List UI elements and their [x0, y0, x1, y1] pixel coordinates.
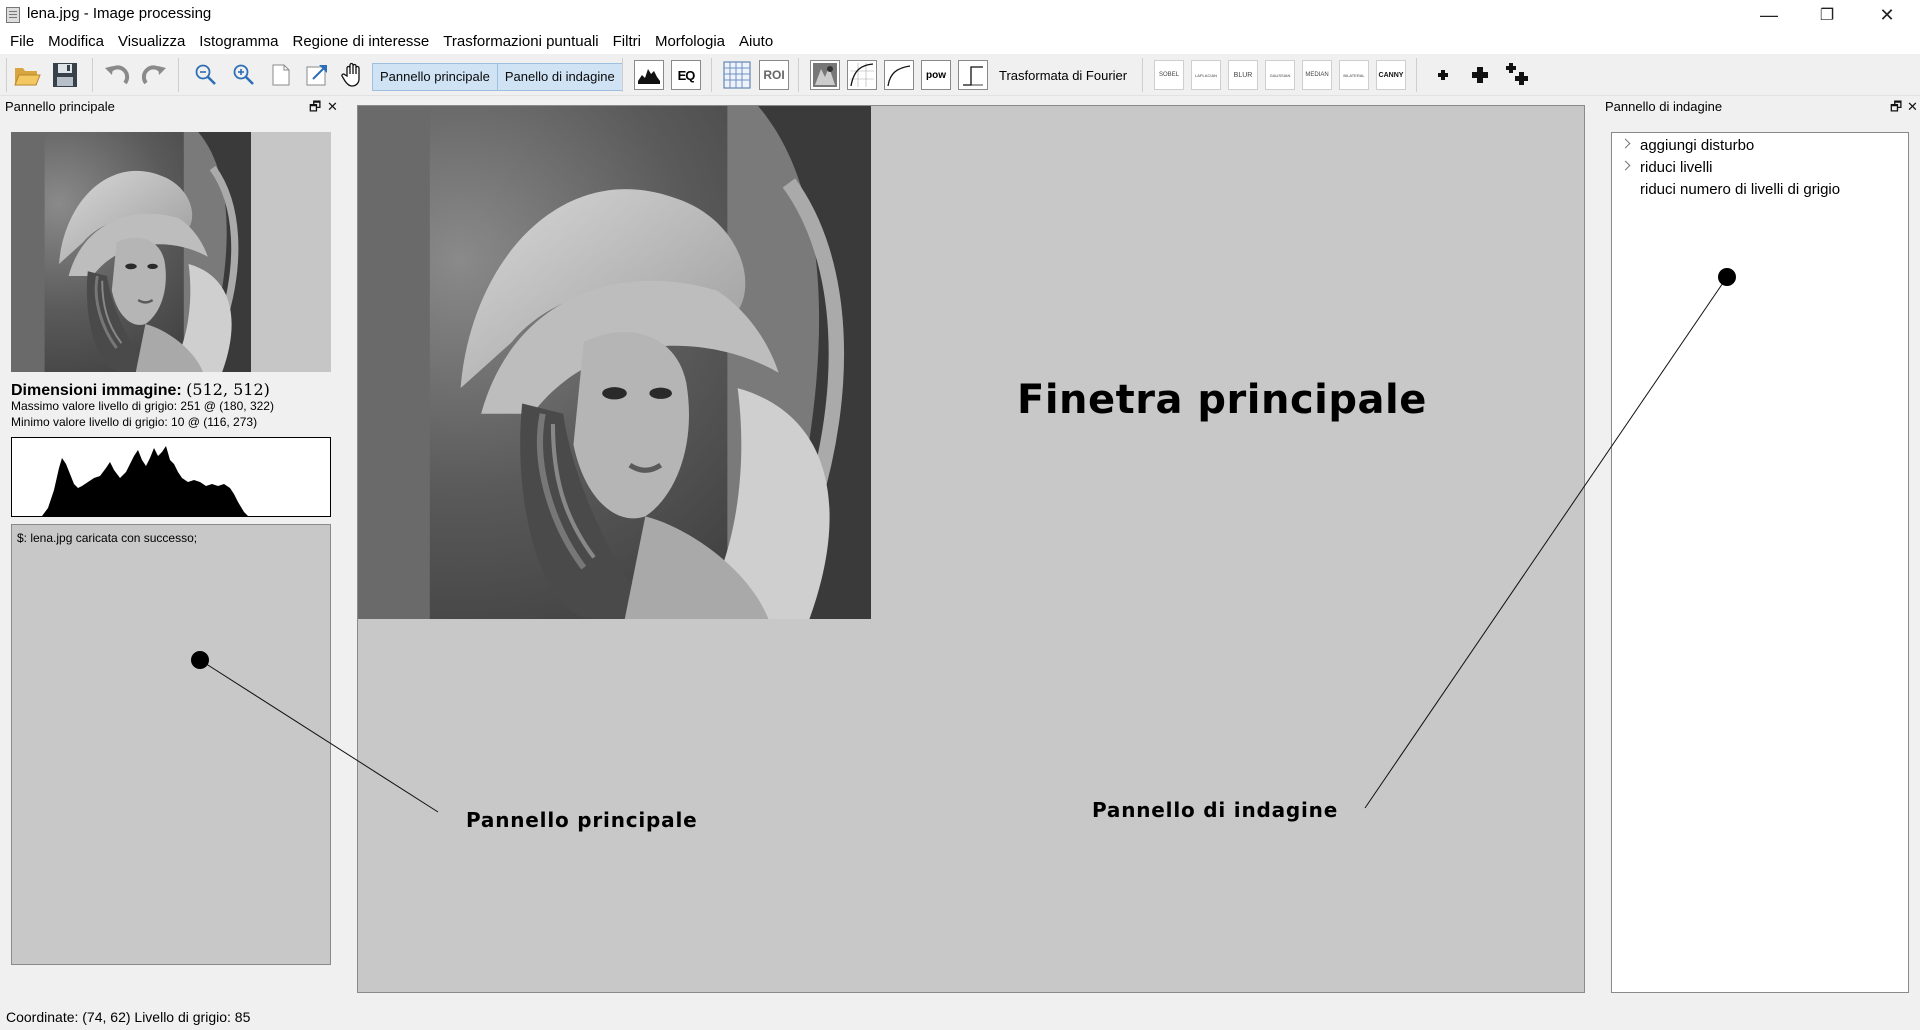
left-dock-title: Pannello principale: [5, 99, 115, 114]
menu-visualizza[interactable]: Visualizza: [111, 30, 192, 54]
left-dock-float-icon[interactable]: 🗗: [309, 96, 321, 118]
save-icon[interactable]: [50, 60, 80, 90]
toggle-pannello-principale[interactable]: Pannello principale: [373, 64, 497, 90]
dims-value: (512, 512): [186, 380, 270, 399]
toolbar: Pannello principale Panello di indagine …: [0, 54, 1920, 96]
dilate-multiple-icon[interactable]: [1502, 60, 1532, 90]
menu-modifica[interactable]: Modifica: [41, 30, 111, 54]
fourier-transform-button[interactable]: Trasformata di Fourier: [999, 68, 1127, 83]
dilate-small-icon[interactable]: [1428, 60, 1458, 90]
right-dock-close-icon[interactable]: ✕: [1907, 96, 1918, 118]
menu-regione-di-interesse[interactable]: Regione di interesse: [286, 30, 437, 54]
menu-filtri[interactable]: Filtri: [606, 30, 648, 54]
undo-icon[interactable]: [102, 60, 132, 90]
image-dimensions: Dimensioni immagine: (512, 512): [11, 380, 270, 400]
menu-istogramma[interactable]: Istogramma: [192, 30, 285, 54]
pow-button[interactable]: pow: [921, 60, 951, 90]
app-icon: [6, 7, 20, 23]
histogram-icon[interactable]: [634, 60, 664, 90]
log-curve-icon[interactable]: [884, 60, 914, 90]
median-button[interactable]: MEDIAN: [1302, 60, 1332, 90]
min-gray-info: Minimo valore livello di grigio: 10 @ (1…: [11, 415, 258, 429]
negative-image-icon[interactable]: [810, 60, 840, 90]
fit-page-icon[interactable]: [266, 60, 296, 90]
menu-file[interactable]: File: [3, 30, 41, 54]
menu-aiuto[interactable]: Aiuto: [732, 30, 780, 54]
right-dock-float-icon[interactable]: 🗗: [1890, 96, 1902, 118]
menu-bar: File Modifica Visualizza Istogramma Regi…: [0, 30, 1920, 54]
menu-morfologia[interactable]: Morfologia: [648, 30, 732, 54]
dilate-large-icon[interactable]: [1465, 60, 1495, 90]
threshold-icon[interactable]: [958, 60, 988, 90]
dims-label: Dimensioni immagine:: [11, 382, 182, 399]
bilateral-button[interactable]: BILATERAL: [1339, 60, 1369, 90]
title-bar: lena.jpg - Image processing — ❐ ✕: [0, 0, 1920, 30]
thumbnail-image: [11, 132, 251, 372]
equalize-button[interactable]: EQ: [671, 60, 701, 90]
grid-icon[interactable]: [722, 60, 752, 90]
left-dock-close-icon[interactable]: ✕: [327, 96, 338, 118]
console-log: $: lena.jpg caricata con successo;: [11, 524, 331, 965]
main-image[interactable]: [358, 106, 871, 619]
canny-button[interactable]: CANNY: [1376, 60, 1406, 90]
max-gray-info: Massimo valore livello di grigio: 251 @ …: [11, 399, 274, 413]
hand-icon[interactable]: [338, 60, 368, 90]
window-title: lena.jpg - Image processing: [27, 5, 212, 22]
status-bar: Coordinate: (74, 62) Livello di grigio: …: [6, 1009, 251, 1025]
right-dock-title: Pannello di indagine: [1605, 99, 1723, 114]
redo-icon[interactable]: [139, 60, 169, 90]
laplacian-button[interactable]: LAPLACIAN: [1191, 60, 1221, 90]
console-message: $: lena.jpg caricata con successo;: [17, 531, 198, 545]
curve-grid-icon[interactable]: [847, 60, 877, 90]
toggle-panello-di-indagine[interactable]: Panello di indagine: [496, 64, 622, 90]
roi-button[interactable]: ROI: [759, 60, 789, 90]
blur-button[interactable]: BLUR: [1228, 60, 1258, 90]
open-folder-icon[interactable]: [12, 60, 42, 90]
close-window-button[interactable]: ✕: [1858, 0, 1916, 30]
minimize-button[interactable]: —: [1740, 0, 1798, 30]
expand-arrow-icon[interactable]: [1620, 138, 1631, 149]
expand-icon[interactable]: [302, 60, 332, 90]
zoom-in-icon[interactable]: [229, 60, 259, 90]
menu-trasformazioni-puntuali[interactable]: Trasformazioni puntuali: [436, 30, 605, 54]
zoom-out-icon[interactable]: [191, 60, 221, 90]
expand-arrow-icon[interactable]: [1620, 160, 1631, 171]
sobel-button[interactable]: SOBEL: [1154, 60, 1184, 90]
panel-toggle-group: Pannello principale Panello di indagine: [372, 63, 623, 91]
gaussian-button[interactable]: GAUSSIAN: [1265, 60, 1295, 90]
maximize-button[interactable]: ❐: [1798, 0, 1856, 30]
investigation-tree: aggiungi disturbo riduci livelli riduci …: [1611, 132, 1909, 993]
histogram-box: [11, 437, 331, 517]
histogram-plot: [42, 446, 248, 516]
